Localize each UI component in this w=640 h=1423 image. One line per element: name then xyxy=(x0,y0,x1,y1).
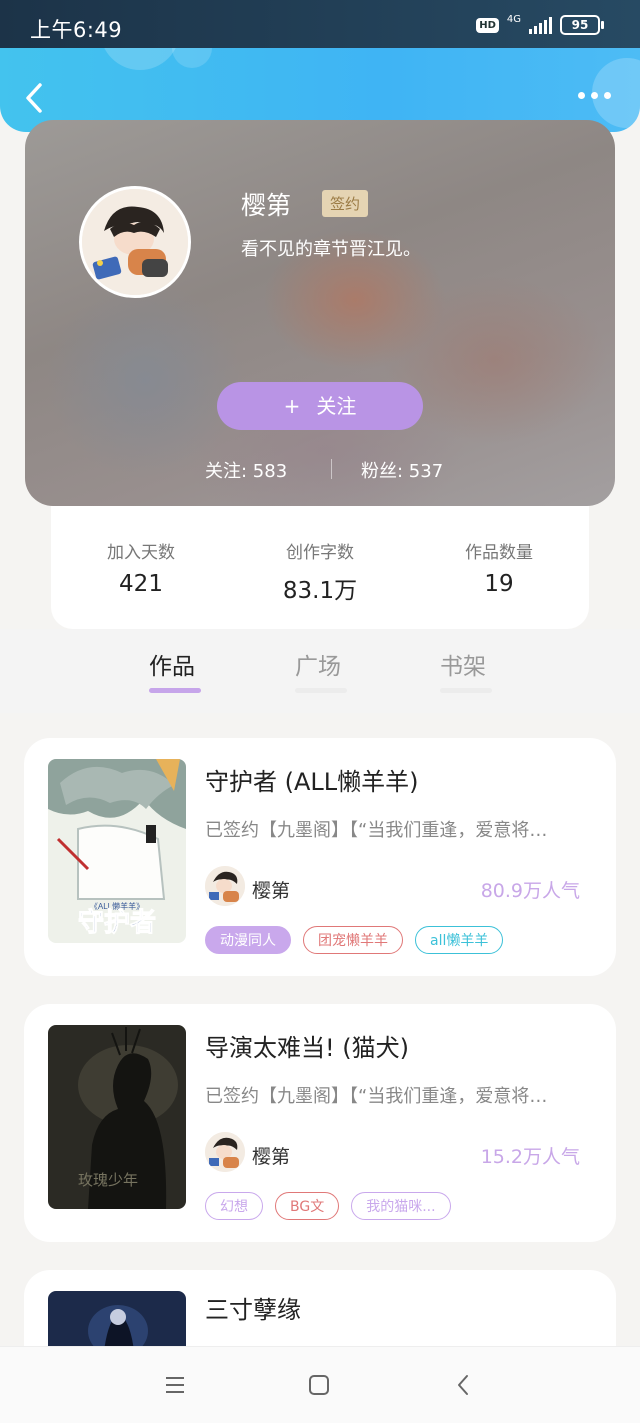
tag[interactable]: 动漫同人 xyxy=(205,926,291,954)
cover-title-art: 玫瑰少年 xyxy=(78,1171,138,1189)
follow-label: 关注 xyxy=(316,394,357,418)
author-avatar xyxy=(205,1132,245,1172)
summary-word-count: 创作字数 83.1万 xyxy=(230,538,410,605)
popularity: 80.9万人气 xyxy=(480,880,580,902)
square-home-icon[interactable] xyxy=(307,1373,331,1397)
author-summary: 加入天数 421 创作字数 83.1万 作品数量 19 xyxy=(51,506,589,629)
tag[interactable]: 幻想 xyxy=(205,1192,263,1220)
more-dots-icon[interactable] xyxy=(578,92,614,106)
book-cover[interactable]: 《ALL懒羊羊》 守护者 xyxy=(48,759,186,943)
summary-label: 作品数量 xyxy=(465,543,533,563)
book-card[interactable]: 三寸孽缘 xyxy=(24,1270,616,1346)
author-name: 樱第 xyxy=(241,191,292,220)
author-avatar xyxy=(205,866,245,906)
follow-stats: 关注: 583 粉丝: 537 xyxy=(25,457,615,483)
book-description: 已签约【九墨阁】【“当我们重逢，爱意将… xyxy=(205,820,548,841)
tab-bar: 作品 广场 书架 xyxy=(0,629,640,713)
book-cover[interactable] xyxy=(48,1291,186,1346)
tag[interactable]: 团宠懒羊羊 xyxy=(303,926,403,954)
book-title[interactable]: 三寸孽缘 xyxy=(205,1290,301,1325)
fans-count[interactable]: 粉丝: 537 xyxy=(361,457,443,483)
book-author: 樱第 xyxy=(252,880,291,902)
book-title[interactable]: 守护者 (ALL懒羊羊) xyxy=(205,762,419,797)
summary-label: 创作字数 xyxy=(286,543,354,563)
book-card[interactable]: 《ALL懒羊羊》 守护者 守护者 (ALL懒羊羊) 已签约【九墨阁】【“当我们重… xyxy=(24,738,616,976)
summary-value: 421 xyxy=(119,571,163,597)
following-count[interactable]: 关注: 583 xyxy=(205,457,287,483)
network-type: 4G xyxy=(506,14,521,25)
battery-level: 95 xyxy=(571,18,589,32)
book-card[interactable]: 玫瑰少年 导演太难当! (猫犬) 已签约【九墨阁】【“当我们重逢，爱意将… 樱第… xyxy=(24,1004,616,1242)
summary-value: 19 xyxy=(484,571,514,597)
popularity: 15.2万人气 xyxy=(480,1146,580,1168)
book-description: 已签约【九墨阁】【“当我们重逢，爱意将… xyxy=(205,1086,548,1107)
summary-value: 83.1万 xyxy=(282,578,358,604)
tab-bookshelf[interactable]: 书架 xyxy=(440,647,486,681)
book-title[interactable]: 导演太难当! (猫犬) xyxy=(205,1028,409,1063)
cover-title-art: 守护者 xyxy=(78,907,156,938)
summary-works-count: 作品数量 19 xyxy=(409,538,589,597)
tag-list: 幻想 BG文 我的猫咪... xyxy=(205,1192,451,1220)
summary-join-days: 加入天数 421 xyxy=(51,538,231,597)
follow-button[interactable]: + 关注 xyxy=(217,382,423,430)
avatar[interactable] xyxy=(79,186,191,298)
tag[interactable]: all懒羊羊 xyxy=(415,926,504,954)
status-icons: HD 4G 95 xyxy=(476,14,604,36)
profile-header: 樱第 签约 看不见的章节晋江见。 + 关注 关注: 583 粉丝: 537 xyxy=(25,120,615,506)
battery-icon: 95 xyxy=(560,15,604,35)
tab-square[interactable]: 广场 xyxy=(295,647,341,681)
tab-works[interactable]: 作品 xyxy=(149,647,195,681)
summary-label: 加入天数 xyxy=(107,543,175,563)
menu-lines-icon[interactable] xyxy=(163,1373,187,1397)
divider xyxy=(331,459,332,479)
plus-icon: + xyxy=(283,394,301,418)
hd-icon: HD xyxy=(476,17,499,33)
tag[interactable]: 我的猫咪... xyxy=(351,1192,451,1220)
active-tab-indicator xyxy=(149,688,201,693)
book-cover[interactable]: 玫瑰少年 xyxy=(48,1025,186,1209)
status-time: 上午6:49 xyxy=(30,18,123,42)
back-icon[interactable] xyxy=(22,82,48,114)
tag-list: 动漫同人 团宠懒羊羊 all懒羊羊 xyxy=(205,926,504,954)
author-motto: 看不见的章节晋江见。 xyxy=(241,239,421,260)
tab-indicator xyxy=(440,688,492,693)
book-author: 樱第 xyxy=(252,1146,291,1168)
system-nav-bar xyxy=(0,1346,640,1423)
triangle-back-icon[interactable] xyxy=(452,1373,476,1397)
tag[interactable]: BG文 xyxy=(275,1192,340,1220)
status-bar: 上午6:49 HD 4G 95 xyxy=(0,0,640,48)
tab-indicator xyxy=(295,688,347,693)
signal-icon xyxy=(529,16,552,34)
signed-badge: 签约 xyxy=(322,190,369,217)
